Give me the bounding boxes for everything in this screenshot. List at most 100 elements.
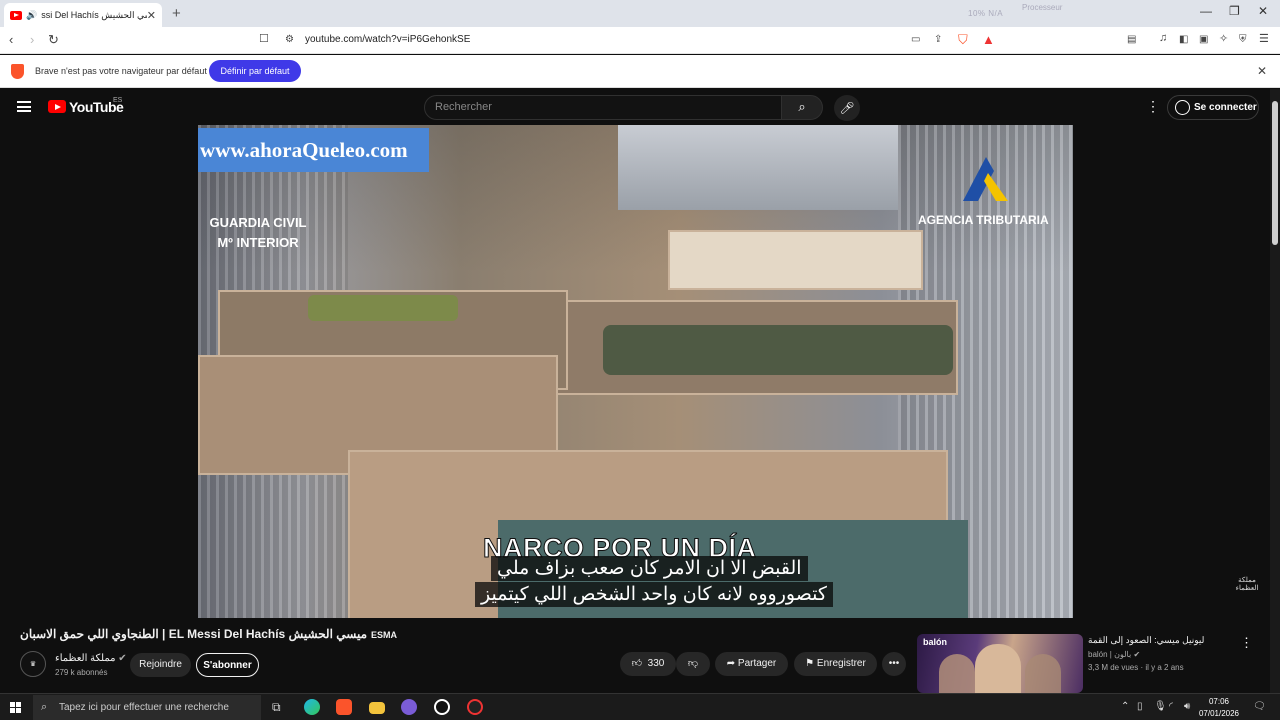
brave-icon[interactable] bbox=[336, 699, 352, 715]
address-bar[interactable]: youtube.com/watch?v=iP6GehonkSE bbox=[305, 34, 470, 45]
sysmon-label: Processeur bbox=[1022, 3, 1063, 12]
search-icon: ⌕ bbox=[798, 99, 806, 114]
subtitle-line-1: القبض الا ان الامر كان صعب بزاف ملي bbox=[491, 556, 808, 581]
scrollbar-thumb[interactable] bbox=[1272, 101, 1278, 245]
microphone-icon[interactable]: 🎙︎ bbox=[1154, 701, 1167, 712]
container-back-wall bbox=[618, 125, 898, 210]
volume-icon[interactable]: 🔊︎ bbox=[1184, 701, 1190, 712]
verified-icon: ✔ bbox=[1133, 650, 1141, 659]
sidebar-panel-icon[interactable]: ▤ bbox=[1127, 34, 1136, 45]
restore-icon[interactable]: ❐ bbox=[1229, 4, 1240, 18]
close-tab-icon[interactable]: ✕ bbox=[147, 9, 156, 22]
channel-subscribers: 279 k abonnés bbox=[55, 668, 108, 677]
sidebar-icon[interactable]: ◧ bbox=[1179, 34, 1188, 45]
guide-menu-icon[interactable] bbox=[17, 101, 31, 112]
recommendation-title[interactable]: ليونيل ميسي: الصعود إلى القمة bbox=[1088, 635, 1204, 646]
subtitle-line-2: كتصورووه لانه كان واحد الشخص اللي كيتميز bbox=[475, 582, 833, 607]
youtube-logo-icon[interactable] bbox=[48, 100, 66, 113]
edge-icon[interactable] bbox=[304, 699, 320, 715]
network-icon[interactable]: ◜ bbox=[1169, 701, 1173, 712]
tray-overflow-icon[interactable]: ⌃ bbox=[1121, 701, 1129, 712]
agencia-tributaria-logo-icon bbox=[963, 157, 1008, 201]
windows-start-icon[interactable] bbox=[10, 702, 21, 713]
thumbnail-figure bbox=[1025, 654, 1061, 693]
clock-date: 07/01/2026 bbox=[1198, 709, 1240, 718]
save-button[interactable]: ⚑ Enregistrer bbox=[794, 652, 877, 676]
more-actions-button[interactable]: ••• bbox=[882, 652, 906, 676]
windows-taskbar: ⌕ Tapez ici pour effectuer une recherche… bbox=[0, 693, 1280, 720]
like-count: 330 bbox=[647, 658, 665, 669]
back-icon[interactable]: ‹ bbox=[9, 32, 13, 47]
close-window-icon[interactable]: ✕ bbox=[1258, 4, 1268, 18]
media-icon[interactable]: ♫ bbox=[1159, 32, 1167, 44]
cast-icon[interactable]: ▭ bbox=[911, 34, 920, 45]
speaker-icon[interactable]: 🔊 bbox=[26, 10, 37, 21]
package bbox=[308, 295, 458, 321]
notifications-icon[interactable]: 🗨︎ bbox=[1253, 701, 1266, 712]
thumbs-up-icon: 👍︎ bbox=[631, 658, 643, 669]
menu-icon[interactable]: ☰ bbox=[1259, 32, 1269, 45]
search-button[interactable]: ⌕ bbox=[781, 95, 823, 120]
watermark-agencia-tributaria: AGENCIA TRIBUTARIA bbox=[918, 213, 1049, 227]
app-icon[interactable] bbox=[401, 699, 417, 715]
subscribe-button[interactable]: S'abonner bbox=[196, 653, 259, 677]
app-icon[interactable] bbox=[434, 699, 450, 715]
set-default-button[interactable]: Définir par défaut bbox=[209, 60, 301, 82]
account-icon bbox=[1175, 100, 1190, 115]
share-page-icon[interactable]: ⇪ bbox=[934, 34, 942, 45]
app-icon[interactable] bbox=[467, 699, 483, 715]
video-title: الطنجاوي اللي حمق الاسبان | EL Messi Del… bbox=[20, 627, 397, 641]
video-title-tag: ESMA bbox=[371, 630, 398, 640]
sign-in-button[interactable]: Se connecter bbox=[1167, 95, 1259, 120]
tab-title: ssi Del Hachís ميسي الحشيش bbox=[41, 9, 147, 20]
recommendation-brand: balón bbox=[923, 637, 947, 647]
brave-rewards-icon[interactable]: ▲ bbox=[982, 32, 995, 47]
forward-icon[interactable]: › bbox=[30, 32, 34, 47]
close-infobar-icon[interactable]: ✕ bbox=[1257, 64, 1267, 78]
search-input[interactable]: Rechercher bbox=[424, 95, 782, 120]
watermark-site: www.ahoraQueleo.com bbox=[198, 128, 429, 172]
channel-watermark-logo[interactable]: مملكة العظماء bbox=[1234, 576, 1260, 602]
bookmark-icon[interactable]: ☐ bbox=[259, 32, 269, 45]
new-tab-button[interactable]: + bbox=[172, 5, 181, 22]
site-settings-icon[interactable]: ⚙ bbox=[285, 34, 294, 45]
leo-ai-icon[interactable]: ✧ bbox=[1219, 32, 1228, 45]
file-explorer-icon[interactable] bbox=[369, 702, 385, 714]
video-player[interactable]: www.ahoraQueleo.com GUARDIA CIVIL Mº INT… bbox=[198, 125, 1073, 618]
wallet-icon[interactable]: ▣ bbox=[1199, 34, 1208, 45]
microphone-icon: 🎤︎ bbox=[839, 101, 855, 115]
recommendation-thumbnail[interactable]: balón bbox=[917, 634, 1083, 693]
brave-shields-icon[interactable]: ⛉ bbox=[958, 32, 968, 48]
reload-icon[interactable]: ↻ bbox=[48, 32, 59, 48]
like-button[interactable]: 👍︎ 330 bbox=[620, 652, 676, 676]
voice-search-button[interactable]: 🎤︎ bbox=[834, 95, 860, 121]
share-label: Partager bbox=[737, 658, 777, 669]
dislike-button[interactable]: 👎︎ bbox=[676, 652, 710, 676]
browser-tab-active[interactable]: 🔊 ssi Del Hachís ميسي الحشيش ✕ bbox=[4, 3, 162, 27]
taskbar-search-input[interactable]: ⌕ Tapez ici pour effectuer une recherche bbox=[33, 695, 261, 720]
verified-icon: ✔ bbox=[118, 653, 127, 664]
recommendation-channel[interactable]: balón | بالون ✔ bbox=[1088, 650, 1140, 659]
vpn-icon[interactable]: ⛨ bbox=[1239, 34, 1247, 45]
default-browser-infobar: Brave n'est pas votre navigateur par déf… bbox=[0, 55, 1280, 88]
share-button[interactable]: ➦ Partager bbox=[715, 652, 788, 676]
save-label: Enregistrer bbox=[816, 658, 866, 669]
channel-name[interactable]: مملكة العظماء ✔ bbox=[55, 653, 127, 664]
recommendation-menu-icon[interactable]: ⋮ bbox=[1240, 635, 1253, 651]
page-scrollbar[interactable] bbox=[1270, 89, 1280, 693]
minimize-icon[interactable]: — bbox=[1200, 4, 1212, 18]
browser-toolbar: ‹ › ↻ ☐ ⚙ youtube.com/watch?v=iP6GehonkS… bbox=[0, 27, 1280, 54]
settings-kebab-icon[interactable]: ⋮ bbox=[1146, 98, 1160, 115]
thumbnail-figure bbox=[975, 644, 1021, 693]
thumbs-down-icon: 👎︎ bbox=[687, 658, 699, 669]
task-view-icon[interactable]: ⧉ bbox=[272, 700, 281, 715]
sign-in-label: Se connecter bbox=[1194, 102, 1257, 113]
channel-avatar[interactable]: ♛ bbox=[20, 651, 46, 677]
join-button[interactable]: Rejoindre bbox=[130, 653, 191, 677]
recommendation-meta: 3,3 M de vues · il y a 2 ans bbox=[1088, 663, 1184, 672]
search-icon: ⌕ bbox=[41, 701, 48, 713]
infobar-message: Brave n'est pas votre navigateur par déf… bbox=[35, 66, 207, 76]
tray-app-icon[interactable]: ▯ bbox=[1137, 701, 1143, 712]
clock-time: 07:06 bbox=[1208, 697, 1230, 706]
taskbar-clock[interactable]: 07:06 07/01/2026 bbox=[1197, 696, 1241, 720]
